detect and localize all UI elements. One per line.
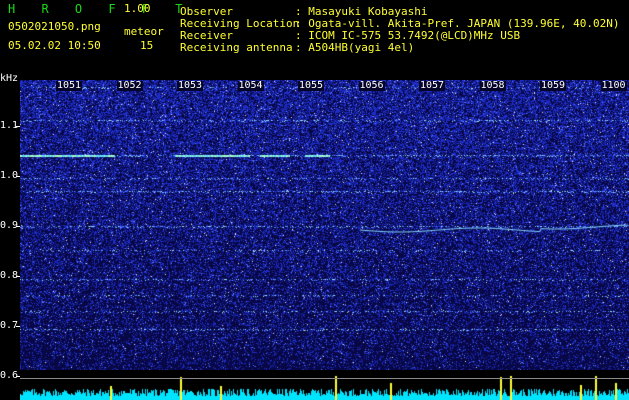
time-label: 1100: [600, 80, 627, 91]
time-label: 1053: [177, 80, 204, 91]
meter-mid-line: [20, 378, 629, 379]
meteor-meter-canvas: [20, 370, 629, 400]
y-axis-unit: kHz: [0, 73, 19, 84]
spectrogram-canvas: [20, 80, 629, 370]
y-tick-mark: [16, 326, 20, 327]
y-tick-mark: [16, 176, 20, 177]
y-tick-mark: [16, 276, 20, 277]
time-label: 1058: [479, 80, 506, 91]
app-version: 1.00: [124, 2, 151, 15]
meteor-count: 15: [140, 39, 154, 52]
time-label: 1057: [419, 80, 446, 91]
time-label: 1059: [540, 80, 567, 91]
time-label: 1051: [56, 80, 83, 91]
app-title: H R O F F T: [8, 2, 192, 16]
antenna-label: Receiving antenna: [180, 41, 293, 54]
y-tick-mark: [16, 126, 20, 127]
time-label: 1055: [298, 80, 325, 91]
time-label: 1052: [116, 80, 143, 91]
date-time: 05.02.02 10:50: [8, 39, 101, 52]
time-label: 1054: [237, 80, 264, 91]
y-tick-mark: [16, 226, 20, 227]
time-label: 1056: [358, 80, 385, 91]
file-name: 0502021050.png: [8, 20, 101, 33]
antenna-value: : A504HB(yagi 4el): [295, 41, 415, 54]
meteor-label: meteor: [124, 25, 164, 38]
